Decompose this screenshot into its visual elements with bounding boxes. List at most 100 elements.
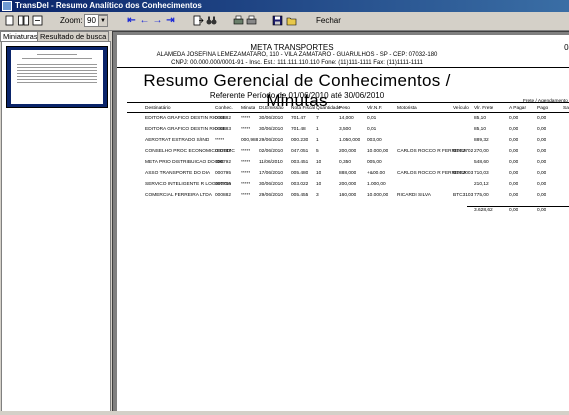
column-header: Nota Fiscal — [291, 106, 315, 111]
table-cell: 0,00 — [509, 138, 519, 143]
table-cell: 005.480 — [291, 171, 309, 176]
previous-page-icon[interactable]: ← — [139, 15, 150, 26]
table-cell: 1.050,000 — [339, 138, 361, 143]
side-tabs: Miniaturas Resultado de busca — [0, 31, 110, 42]
table-cell: 701.48 — [291, 127, 306, 132]
column-header: Conhec. — [215, 106, 233, 111]
company-address: ALAMEDA JOSEFINA LEMEZAMATARO, 110 - VIL… — [156, 52, 438, 58]
total-cell: 3.628,62 — [474, 208, 493, 213]
open-file-icon[interactable] — [286, 15, 297, 26]
table-cell: 0,00 — [537, 182, 547, 187]
table-cell: 0,00 — [509, 149, 519, 154]
table-cell: 270,00 — [474, 149, 489, 154]
totals-row: 3.628,62 0,00 0,00 — [117, 207, 569, 214]
two-pages-icon[interactable] — [18, 15, 29, 26]
table-cell: 000883 — [215, 127, 232, 132]
table-cell: ***** — [241, 182, 251, 187]
table-cell: 701.47 — [291, 116, 306, 121]
table-cell: 11/06/2010 — [259, 160, 283, 165]
table-cell: RICARDI SILVA — [397, 193, 431, 198]
table-cell: 047.051 — [291, 149, 309, 154]
table-cell: 0,00 — [509, 160, 519, 165]
group-header: Frete / Agendamento — [523, 99, 568, 104]
table-cell: 10 — [316, 160, 322, 165]
table-cell: 210,12 — [474, 182, 489, 187]
table-cell: 02/06/2010 — [259, 149, 284, 154]
single-page-icon[interactable] — [4, 15, 15, 26]
table-cell: 1.000,00 — [367, 182, 386, 187]
table-cell: 0,00 — [509, 193, 519, 198]
table-cell: 000882 — [215, 193, 232, 198]
next-page-icon[interactable]: → — [152, 15, 163, 26]
table-cell: ***** — [241, 149, 251, 154]
chevron-down-icon: ▼ — [100, 18, 106, 24]
zoom-dropdown-button[interactable]: ▼ — [98, 15, 108, 27]
table-cell: ***** — [241, 171, 251, 176]
table-cell: 0,01 — [367, 127, 377, 132]
table-cell: 0,00 — [509, 171, 519, 176]
column-header: Destinatário — [145, 106, 171, 111]
table-cell: 10.000,00 — [367, 149, 389, 154]
table-cell: 003.451 — [291, 160, 309, 165]
column-header: Minuta — [241, 106, 256, 111]
table-cell: 000792 — [215, 160, 232, 165]
thumbnail-line — [37, 54, 77, 55]
table-cell: 000882 — [215, 116, 232, 121]
table-cell: BTC3702 — [453, 149, 474, 154]
table-cell: 000,988 — [241, 138, 259, 143]
print-setup-icon[interactable] — [233, 15, 244, 26]
table-cell: 0,00 — [509, 127, 519, 132]
print-icon[interactable] — [246, 15, 257, 26]
status-bar — [0, 411, 569, 415]
page-width-icon[interactable] — [32, 15, 43, 26]
table-cell: 14,000 — [339, 116, 354, 121]
table-cell: 85,10 — [474, 116, 487, 121]
table-cell: 30/06/2010 — [259, 182, 284, 187]
table-cell: 0,00 — [537, 116, 547, 121]
table-cell: ***** — [241, 193, 251, 198]
page-thumbnail[interactable] — [6, 46, 108, 108]
table-cell: 200,000 — [339, 149, 357, 154]
column-header: Veículo — [453, 106, 469, 111]
report-preview-area[interactable]: META TRANSPORTES 08 ALAMEDA JOSEFINA LEM… — [112, 31, 569, 415]
table-row: AEROTRAT ESTRADO S/IND ***** 000,988 29/06/… — [117, 137, 569, 144]
table-cell: 5 — [316, 149, 319, 154]
company-ids: CNPJ: 00.000.000/0001-91 - Insc. Est.: 1… — [171, 60, 423, 66]
column-header: Motorista — [397, 106, 417, 111]
table-cell: EDITORA GRAFICO DESTIN RIO SE — [145, 116, 226, 121]
table-cell: 17/06/2010 — [259, 171, 284, 176]
thumbnail-line — [17, 76, 97, 77]
table-cell: 000.230 — [291, 138, 309, 143]
table-cell: 160,000 — [339, 193, 357, 198]
group-header-row: Frete / Agendamento — [117, 98, 569, 105]
table-cell: 888,000 — [339, 171, 357, 176]
table-cell: 0,00 — [537, 149, 547, 154]
table-cell: 7 — [316, 116, 319, 121]
go-to-page-icon[interactable] — [193, 15, 204, 26]
table-cell: 0,00 — [537, 127, 547, 132]
window-title: TransDel - Resumo Analítico dos Conhecim… — [15, 1, 202, 10]
first-page-icon[interactable]: ⇤ — [126, 15, 137, 26]
table-cell: 1 — [316, 138, 319, 143]
binoculars-icon[interactable] — [206, 15, 217, 26]
column-header: Saldo — [563, 106, 569, 111]
close-button[interactable]: Fechar — [316, 16, 341, 25]
table-cell: 1 — [316, 127, 319, 132]
table-cell: 0,00 — [509, 116, 519, 121]
table-row: EDITORA GRAFICO DESTIN RIO SE 000883 *****… — [117, 126, 569, 133]
thumbnail-page — [11, 50, 103, 104]
column-header: Dt.Emissão — [259, 106, 284, 111]
table-row: COMERCIAL FERREIRA LTDA 000882 ***** 29/06/… — [117, 192, 569, 199]
toolbar: Zoom: 90 ▼ ⇤ ← → ⇥ Fechar — [0, 12, 569, 31]
table-cell: 000799 — [215, 182, 232, 187]
table-cell: 005.455 — [291, 193, 309, 198]
total-cell: 0,00 — [509, 208, 519, 213]
report-page: META TRANSPORTES 08 ALAMEDA JOSEFINA LEM… — [117, 35, 569, 414]
save-icon[interactable] — [272, 15, 283, 26]
table-row: SERVICO INTELIGENTE R LOGISTICA 000799 ***… — [117, 181, 569, 188]
table-cell: AEROTRAT ESTRADO S/IND — [145, 138, 210, 143]
last-page-icon[interactable]: ⇥ — [165, 15, 176, 26]
table-cell: 85,10 — [474, 127, 487, 132]
table-cell: 0,350 — [339, 160, 352, 165]
table-row: EDITORA GRAFICO DESTIN RIO SE 000882 *****… — [117, 115, 569, 122]
